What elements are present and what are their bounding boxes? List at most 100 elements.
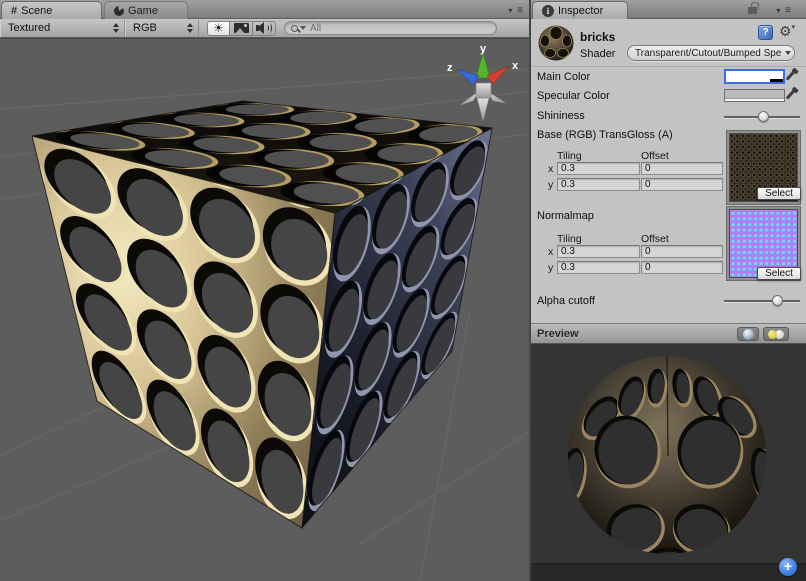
main-color-label: Main Color <box>537 71 590 83</box>
lock-icon[interactable] <box>748 7 757 14</box>
shader-dropdown[interactable]: Transparent/Cutout/Bumped Spe <box>627 45 795 61</box>
help-icon[interactable] <box>758 25 773 40</box>
gizmo-y-cone[interactable] <box>476 53 490 78</box>
base-offset-y-input[interactable] <box>641 178 723 191</box>
preview-header[interactable]: Preview <box>531 323 806 344</box>
base-tiling-y-input[interactable] <box>557 178 640 191</box>
eyedropper-icon[interactable] <box>786 89 796 99</box>
search-input[interactable] <box>310 23 490 34</box>
alpha-strip <box>725 98 784 101</box>
scene-toolbar: Textured RGB <box>0 19 530 38</box>
normal-offset-x-input[interactable] <box>641 245 723 258</box>
normal-offset-y-input[interactable] <box>641 261 723 274</box>
shininess-slider[interactable] <box>724 111 800 123</box>
lighting-toggle-icon <box>768 329 784 340</box>
updown-arrows-icon <box>187 23 193 33</box>
eyedropper-icon[interactable] <box>786 70 796 80</box>
base-texture-label: Base (RGB) TransGloss (A) <box>537 129 673 141</box>
tab-game-label: Game <box>128 5 158 17</box>
scene-viewport[interactable]: y x z <box>0 39 530 581</box>
pacman-icon <box>114 6 124 16</box>
base-tiling-x-input[interactable] <box>557 162 640 175</box>
inspector-tabbar: Inspector ▾ ≡ <box>531 0 806 19</box>
inspector-panel: Inspector ▾ ≡ <box>531 0 806 581</box>
x-axis-label: x <box>548 163 553 175</box>
gizmo-center-cube[interactable] <box>476 83 491 98</box>
preview-footer-strip <box>531 563 806 581</box>
tab-inspector-label: Inspector <box>558 5 603 17</box>
header-divider <box>531 66 806 68</box>
chevron-down-icon <box>785 51 791 55</box>
specular-color-swatch[interactable] <box>724 89 785 102</box>
shader-label: Shader <box>580 48 615 60</box>
tiling-header: Tiling <box>557 233 582 245</box>
gizmo-z-cone[interactable] <box>457 69 479 85</box>
shininess-label: Shininess <box>537 110 585 122</box>
render-channel-label: RGB <box>133 22 157 34</box>
info-icon <box>542 5 554 17</box>
preview-sphere-render <box>531 344 806 581</box>
preview-lighting-button[interactable] <box>763 327 789 341</box>
normal-tiling-x-input[interactable] <box>557 245 640 258</box>
scene-orientation-gizmo[interactable]: y x z <box>447 43 519 121</box>
normalmap-label: Normalmap <box>537 210 594 222</box>
offset-header: Offset <box>641 233 669 245</box>
material-preview-area[interactable] <box>531 344 806 581</box>
unity-editor-window: Scene Game ▾ ≡ Textured RGB <box>0 0 806 581</box>
draw-mode-dropdown[interactable]: Textured <box>0 20 125 37</box>
material-ball-icon <box>537 24 575 62</box>
slider-track <box>724 300 800 302</box>
scene-3d-render: y x z <box>0 39 530 581</box>
alpha-strip <box>770 79 783 82</box>
alpha-cutoff-slider-thumb[interactable] <box>772 295 783 306</box>
search-filter-arrow-icon <box>300 26 306 30</box>
gizmo-x-cone[interactable] <box>487 66 509 84</box>
gizmo-z-label: z <box>447 62 453 74</box>
tab-game[interactable]: Game <box>104 1 188 19</box>
normalmap-select-button[interactable]: Select <box>757 267 801 280</box>
sun-icon <box>213 22 224 34</box>
preview-title: Preview <box>537 328 579 340</box>
specular-color-label: Specular Color <box>537 90 610 102</box>
main-color-swatch[interactable] <box>724 69 785 84</box>
view-toggle-group <box>207 21 276 36</box>
draw-mode-label: Textured <box>8 22 50 34</box>
tab-scene[interactable]: Scene <box>1 1 102 19</box>
scene-panel: Scene Game ▾ ≡ Textured RGB <box>0 0 530 581</box>
image-icon <box>234 23 249 33</box>
scene-tabbar: Scene Game ▾ ≡ <box>0 0 530 19</box>
y-axis-label: y <box>548 179 553 191</box>
y-axis-label: y <box>548 262 553 274</box>
tab-scene-label: Scene <box>21 5 52 17</box>
updown-arrows-icon <box>113 23 119 33</box>
tiling-header: Tiling <box>557 150 582 162</box>
tab-inspector[interactable]: Inspector <box>532 1 628 19</box>
alpha-cutoff-slider[interactable] <box>724 295 800 307</box>
audio-icon <box>256 22 272 34</box>
grid-icon <box>11 5 17 17</box>
skybox-toggle-button[interactable] <box>230 21 253 36</box>
material-inspector: bricks Shader Transparent/Cutout/Bumped … <box>531 20 806 323</box>
lighting-toggle-button[interactable] <box>207 21 230 36</box>
bricks-cube-mesh[interactable] <box>0 58 530 581</box>
base-select-button[interactable]: Select <box>757 187 801 200</box>
scene-search-field[interactable] <box>284 21 497 35</box>
material-name: bricks <box>580 30 615 44</box>
gizmo-y-label: y <box>480 43 487 55</box>
panel-menu-icon[interactable]: ▾ ≡ <box>508 5 524 16</box>
inspector-menu-icon[interactable]: ▾ ≡ <box>776 5 792 16</box>
sphere-preview-icon <box>743 329 754 340</box>
gizmo-x-label: x <box>512 60 519 72</box>
normal-tiling-y-input[interactable] <box>557 261 640 274</box>
alpha-cutoff-label: Alpha cutoff <box>537 295 595 307</box>
render-channel-dropdown[interactable]: RGB <box>125 20 199 37</box>
shininess-slider-thumb[interactable] <box>758 111 769 122</box>
audio-toggle-button[interactable] <box>253 21 276 36</box>
shader-dropdown-value: Transparent/Cutout/Bumped Spe <box>635 48 781 59</box>
preview-shape-button[interactable] <box>737 327 759 341</box>
search-icon <box>291 25 298 32</box>
x-axis-label: x <box>548 246 553 258</box>
plus-icon[interactable] <box>779 558 797 576</box>
gear-icon[interactable] <box>779 23 795 40</box>
base-offset-x-input[interactable] <box>641 162 723 175</box>
